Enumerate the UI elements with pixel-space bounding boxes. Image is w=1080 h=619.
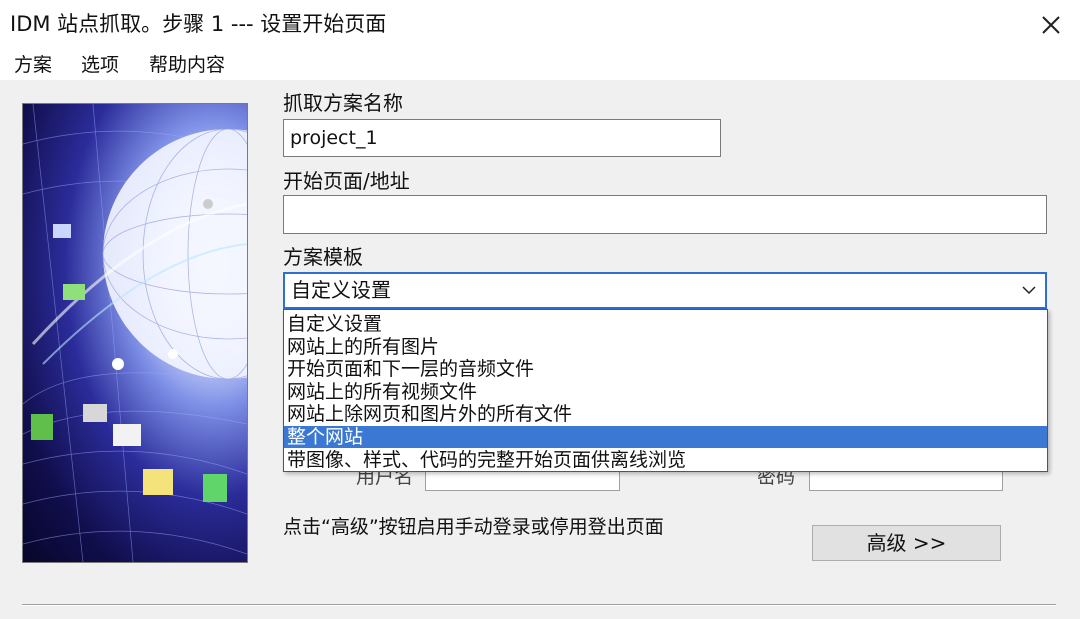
template-option[interactable]: 网站上的所有视频文件 bbox=[284, 381, 1047, 403]
advanced-button[interactable]: 高级 >> bbox=[812, 525, 1001, 561]
template-combobox[interactable]: 自定义设置 bbox=[283, 272, 1047, 309]
template-option[interactable]: 自定义设置 bbox=[284, 313, 1047, 335]
window-title: IDM 站点抓取。步骤 1 --- 设置开始页面 bbox=[10, 12, 387, 36]
project-name-input[interactable]: project_1 bbox=[283, 119, 721, 157]
template-option[interactable]: 网站上的所有图片 bbox=[284, 336, 1047, 358]
menu-item-scheme[interactable]: 方案 bbox=[10, 50, 56, 80]
template-option[interactable]: 带图像、样式、代码的完整开始页面供离线浏览 bbox=[284, 449, 1047, 471]
menu-bar: 方案 选项 帮助内容 bbox=[0, 50, 1080, 80]
wizard-hero-image bbox=[22, 103, 248, 563]
start-page-input[interactable] bbox=[283, 195, 1047, 234]
project-name-label: 抓取方案名称 bbox=[283, 91, 403, 115]
close-button[interactable] bbox=[1022, 0, 1080, 50]
chevron-down-icon bbox=[1022, 286, 1036, 295]
close-icon bbox=[1042, 16, 1060, 34]
start-page-label: 开始页面/地址 bbox=[283, 169, 410, 193]
globe-web-illustration bbox=[23, 104, 247, 562]
template-label: 方案模板 bbox=[283, 245, 363, 269]
template-option[interactable]: 网站上除网页和图片外的所有文件 bbox=[284, 403, 1047, 425]
menu-item-help[interactable]: 帮助内容 bbox=[145, 50, 229, 80]
menu-item-options[interactable]: 选项 bbox=[77, 50, 123, 80]
template-option[interactable]: 开始页面和下一层的音频文件 bbox=[284, 358, 1047, 380]
advanced-hint-text: 点击“高级”按钮启用手动登录或停用登出页面 bbox=[283, 516, 664, 538]
template-selected-value: 自定义设置 bbox=[291, 278, 391, 302]
template-option-highlighted[interactable]: 整个网站 bbox=[284, 426, 1047, 448]
title-bar: IDM 站点抓取。步骤 1 --- 设置开始页面 bbox=[0, 0, 1080, 50]
template-dropdown-list: 自定义设置 网站上的所有图片 开始页面和下一层的音频文件 网站上的所有视频文件 … bbox=[283, 309, 1048, 472]
